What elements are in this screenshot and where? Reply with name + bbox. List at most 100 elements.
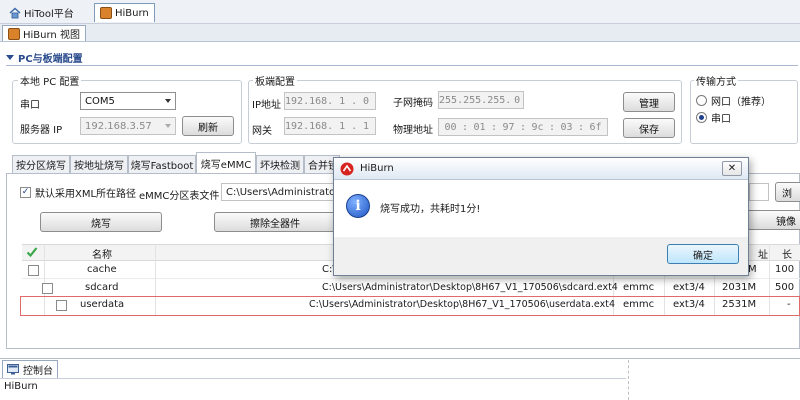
tab-emmc[interactable]: 烧写eMMC — [196, 152, 256, 173]
header-length: 长 — [782, 250, 792, 261]
partition-file-input[interactable]: C:\Users\Administrator\ — [221, 183, 337, 201]
gateway-octet: 192 — [285, 120, 304, 132]
mask-field[interactable]: 255. 255. 255. 0 — [438, 91, 524, 109]
view-title: HiBurn 视图 — [23, 30, 80, 41]
ip-octet: 0 — [363, 95, 370, 107]
console-tab-label: 控制台 — [23, 366, 53, 377]
default-xml-label: 默认采用XML所在路径 — [35, 189, 137, 200]
local-pc-title: 本地 PC 配置 — [18, 73, 82, 88]
mac-field[interactable]: 00:01:97:9c:03:6f — [438, 118, 608, 136]
mask-octet: 255 — [487, 94, 506, 106]
ok-button[interactable]: 确定 — [667, 244, 739, 264]
burn-button[interactable]: 烧写 — [40, 212, 162, 232]
transfer-option-serial[interactable]: 串口 — [696, 110, 731, 125]
close-button[interactable]: ✕ — [722, 161, 742, 176]
radio-serial[interactable] — [696, 112, 707, 123]
console-icon — [7, 364, 19, 375]
view-bar — [0, 24, 800, 42]
row-extra: - — [787, 299, 791, 310]
row-media: emmc — [623, 282, 655, 293]
section-divider — [6, 65, 798, 66]
close-icon: ✕ — [727, 163, 737, 174]
view-tab[interactable]: HiBurn 视图 — [2, 25, 86, 41]
transfer-option-network[interactable]: 网口（推荐） — [696, 93, 771, 108]
home-icon — [9, 7, 21, 18]
hiburn-logo-icon — [340, 162, 354, 176]
console-text: HiBurn — [4, 381, 38, 392]
refresh-button[interactable]: 刷新 — [182, 116, 234, 136]
transfer-option-serial-label: 串口 — [711, 114, 731, 125]
mac-byte: 03 — [560, 121, 573, 133]
row-name: userdata — [80, 299, 125, 310]
row-path: C:\Users\Administrator\Desktop\8H67_V1_1… — [322, 282, 618, 293]
dialog-body: i 烧写成功，共耗时1分! — [334, 180, 748, 237]
hiburn-dialog: HiBurn ✕ i 烧写成功，共耗时1分! 确定 — [333, 157, 749, 276]
console-tab[interactable]: 控制台 — [2, 360, 58, 378]
ip-octet: 168 — [309, 95, 328, 107]
tab-fastboot[interactable]: 烧写Fastboot — [128, 155, 196, 173]
console-divider — [0, 378, 626, 379]
row-extra: 500 — [775, 282, 795, 293]
gateway-octet: 1 — [339, 120, 346, 132]
tab-by-address[interactable]: 按地址烧写 — [70, 155, 128, 173]
tab-hitool[interactable]: HiTool平台 — [4, 3, 79, 22]
row-media: emmc — [623, 299, 655, 310]
dialog-titlebar[interactable]: HiBurn ✕ — [334, 158, 748, 180]
chevron-down-icon — [165, 124, 171, 128]
row-size: 2531M — [722, 299, 757, 310]
ip-label: IP地址 — [252, 100, 281, 111]
header-name: 名称 — [92, 250, 112, 261]
radio-network[interactable] — [696, 95, 707, 106]
mask-octet: 255 — [463, 94, 482, 106]
partition-file-label: eMMC分区表文件 — [139, 191, 220, 202]
transfer-title: 传输方式 — [694, 73, 738, 88]
serial-value: COM5 — [85, 95, 115, 107]
row-path: C:\Users\Administrator\Desktop\8H67_V1_1… — [309, 299, 616, 310]
row-checkbox[interactable] — [42, 283, 54, 294]
chevron-down-icon — [165, 99, 171, 103]
transfer-option-network-label: 网口（推荐） — [711, 97, 771, 108]
section-header[interactable]: PC与板端配置 — [6, 50, 83, 65]
partition-file-input-tail[interactable] — [749, 183, 769, 201]
default-xml-checkbox-row[interactable]: ✓ 默认采用XML所在路径 — [20, 185, 136, 200]
ip-octet: 192 — [285, 95, 304, 107]
row-name: sdcard — [85, 282, 119, 293]
tab-hitool-label: HiTool平台 — [24, 9, 74, 20]
mac-byte: 01 — [473, 121, 486, 133]
row-size: M — [748, 264, 757, 275]
console-panel — [0, 358, 800, 400]
save-button[interactable]: 保存 — [623, 118, 675, 138]
collapse-caret-icon[interactable] — [6, 55, 14, 60]
gateway-field[interactable]: 192. 168. 1. 1 — [284, 117, 376, 135]
mac-byte: 6f — [589, 121, 602, 133]
server-ip-select[interactable]: 192.168.3.57 — [80, 117, 176, 135]
board-title: 板端配置 — [253, 73, 297, 88]
mask-octet: 255 — [439, 94, 458, 106]
row-checkbox[interactable] — [56, 300, 68, 311]
row-checkbox[interactable] — [28, 265, 39, 276]
erase-all-button[interactable]: 擦除全器件 — [214, 212, 336, 232]
mask-label: 子网掩码 — [393, 98, 433, 109]
header-address: 址 — [758, 250, 768, 261]
tab-hiburn[interactable]: HiBurn — [94, 3, 155, 22]
hiburn-icon — [100, 7, 112, 19]
row-extra: 100 — [775, 264, 795, 275]
serial-label: 串口 — [20, 100, 40, 111]
serial-select[interactable]: COM5 — [80, 92, 176, 110]
mac-byte: 00 — [444, 121, 457, 133]
manage-button[interactable]: 管理 — [623, 92, 675, 112]
mac-label: 物理地址 — [393, 125, 433, 136]
default-xml-checkbox[interactable]: ✓ — [20, 187, 31, 198]
check-all-icon[interactable] — [26, 246, 38, 258]
mac-byte: 9c — [531, 121, 544, 133]
tab-by-partition[interactable]: 按分区烧写 — [12, 155, 70, 173]
image-button[interactable]: 镜像 — [741, 210, 800, 230]
console-splitter — [628, 360, 629, 400]
mask-octet: 0 — [514, 94, 521, 106]
ip-field[interactable]: 192. 168. 1. 0 — [284, 92, 376, 110]
browse-button[interactable]: 浏 — [775, 182, 800, 202]
hiburn-view-icon — [8, 27, 20, 40]
gateway-octet: 168 — [309, 120, 328, 132]
ip-octet: 1 — [339, 95, 346, 107]
tab-badblock[interactable]: 坏块检测 — [256, 155, 304, 173]
